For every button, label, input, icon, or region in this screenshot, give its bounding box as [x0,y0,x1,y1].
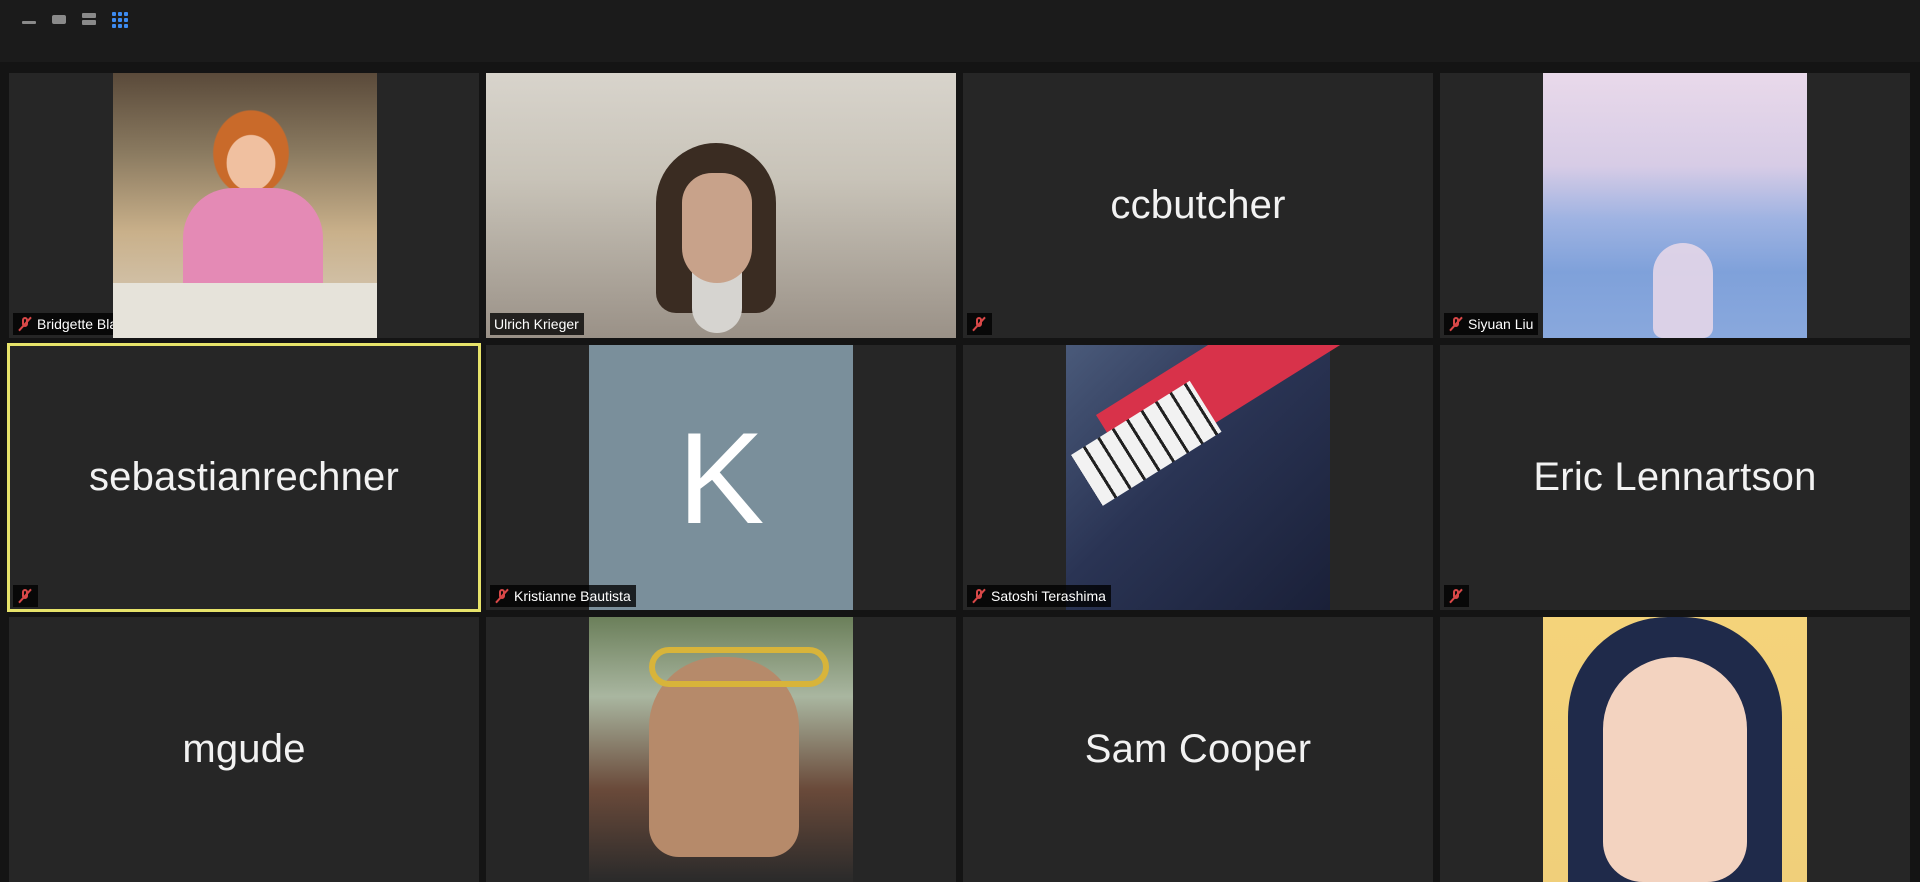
participant-video [486,73,956,338]
participant-tile[interactable]: Eric Lennartson [1440,345,1910,610]
top-toolbar [0,0,1920,62]
gallery-grid: Bridgette Blankenhorn Ulrich Krieger ccb… [7,73,1910,882]
participant-video [589,617,853,882]
muted-mic-icon [17,587,33,605]
participant-tile[interactable] [486,617,956,882]
participant-tile[interactable]: Sam Cooper [963,617,1433,882]
participant-display-name: ccbutcher [1110,183,1286,227]
participant-name: Ulrich Krieger [494,316,579,332]
participant-avatar: K [589,345,853,610]
muted-mic-icon [17,315,33,333]
participant-tile[interactable]: mgude [9,617,479,882]
muted-mic-icon [1448,315,1464,333]
participant-video [113,73,377,338]
speaker-view-icon[interactable] [50,10,68,28]
muted-mic-icon [971,315,987,333]
participant-name-label: Kristianne Bautista [490,585,636,607]
participant-tile[interactable]: Satoshi Terashima [963,345,1433,610]
participant-video [1066,345,1330,610]
participant-tile[interactable]: Ulrich Krieger [486,73,956,338]
muted-mic-icon [971,587,987,605]
participant-tile[interactable] [1440,617,1910,882]
participant-name-label [13,585,38,607]
participant-name-label: Siyuan Liu [1444,313,1539,335]
participant-name: Kristianne Bautista [514,588,631,604]
participant-video [1543,73,1807,338]
participant-display-name: Eric Lennartson [1533,455,1817,499]
participant-display-name: sebastianrechner [88,455,400,499]
participant-tile-active-speaker[interactable]: sebastianrechner [7,343,481,612]
participant-name-label [1444,585,1469,607]
participant-name-label: Satoshi Terashima [967,585,1111,607]
participant-tile[interactable]: Siyuan Liu [1440,73,1910,338]
participant-video [1543,617,1807,882]
minimize-icon[interactable] [20,10,38,28]
view-switcher [20,10,128,28]
muted-mic-icon [494,587,510,605]
participant-name-label [967,313,992,335]
muted-mic-icon [1448,587,1464,605]
participant-display-name: mgude [182,727,306,771]
participant-display-name: Sam Cooper [1084,727,1312,771]
gallery-view-icon[interactable] [110,10,128,28]
participant-tile[interactable]: K Kristianne Bautista [486,345,956,610]
participant-name-label: Ulrich Krieger [490,313,584,335]
participant-name: Satoshi Terashima [991,588,1106,604]
participant-name: Siyuan Liu [1468,316,1534,332]
strip-view-icon[interactable] [80,10,98,28]
participant-tile[interactable]: Bridgette Blankenhorn [9,73,479,338]
participant-tile[interactable]: ccbutcher [963,73,1433,338]
